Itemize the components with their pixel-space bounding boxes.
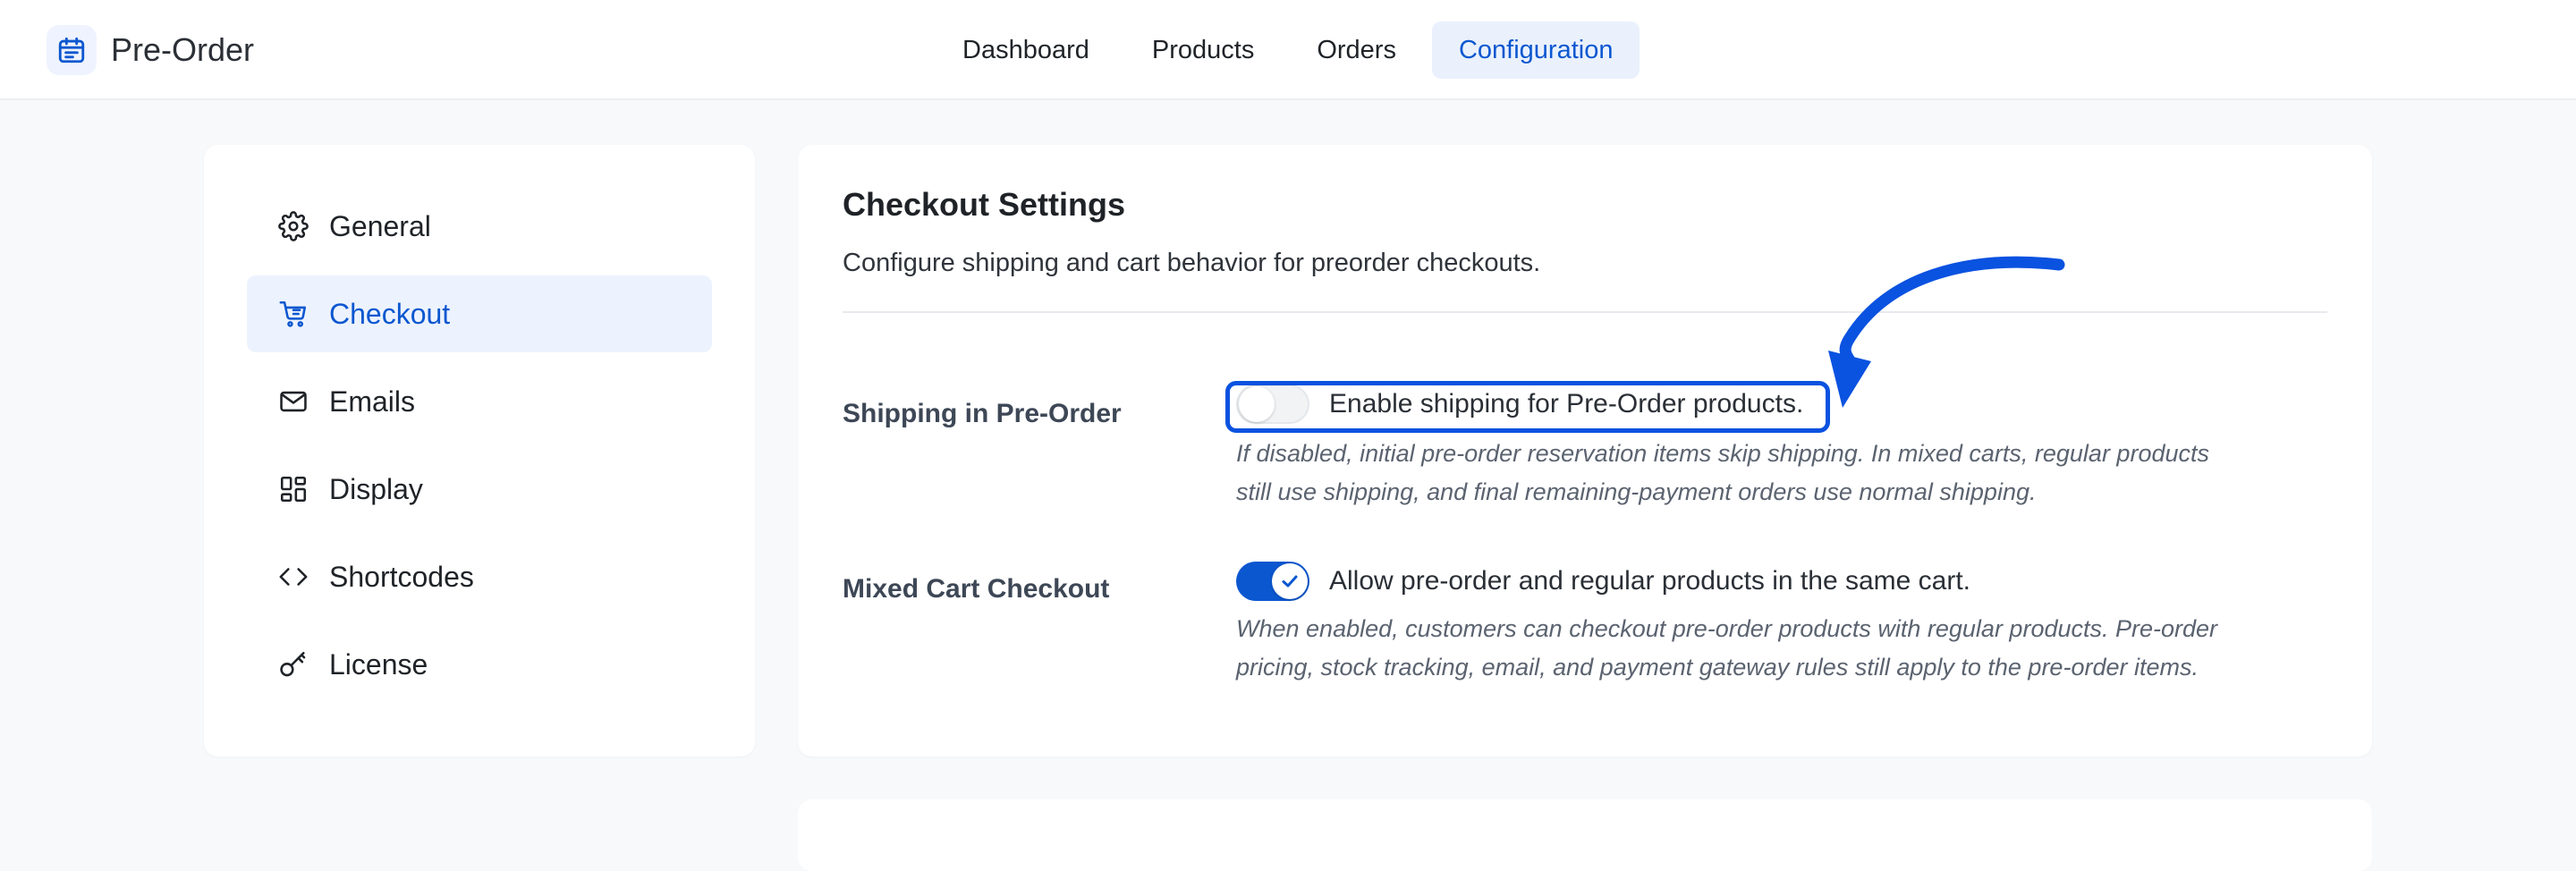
help-line: pricing, stock tracking, email, and paym…	[1236, 654, 2199, 681]
sidebar-item-general[interactable]: General	[247, 188, 712, 265]
cart-icon	[275, 296, 311, 332]
sidebar-item-shortcodes[interactable]: Shortcodes	[247, 538, 712, 615]
divider	[843, 311, 2327, 313]
nav-orders[interactable]: Orders	[1290, 21, 1423, 79]
sidebar-item-label: Display	[329, 472, 423, 505]
mixed-cart-toggle[interactable]	[1236, 562, 1309, 601]
shipping-label: Shipping in Pre-Order	[843, 399, 1122, 428]
sidebar-item-checkout[interactable]: Checkout	[247, 275, 712, 352]
layout-icon	[275, 471, 311, 507]
mixed-cart-label: Mixed Cart Checkout	[843, 574, 1110, 604]
nav-configuration[interactable]: Configuration	[1431, 21, 1640, 79]
calendar-icon	[47, 25, 97, 75]
mixed-cart-help-text: When enabled, customers can checkout pre…	[1236, 610, 2327, 687]
section-description: Configure shipping and cart behavior for…	[843, 249, 1541, 277]
sidebar-item-label: General	[329, 209, 431, 242]
sidebar-item-display[interactable]: Display	[247, 451, 712, 528]
main-nav: Dashboard Products Orders Configuration	[936, 21, 1648, 79]
sidebar-item-label: License	[329, 647, 428, 681]
app-title: Pre-Order	[111, 31, 255, 68]
sidebar-item-label: Shortcodes	[329, 560, 474, 593]
key-icon	[275, 647, 311, 682]
mail-icon	[275, 384, 311, 419]
brand[interactable]: Pre-Order	[47, 25, 254, 75]
annotation-highlight-box	[1225, 381, 1830, 433]
check-icon	[1272, 563, 1308, 599]
top-bar: Pre-Order Dashboard Products Orders Conf…	[0, 0, 2576, 100]
nav-dashboard[interactable]: Dashboard	[936, 21, 1116, 79]
mixed-cart-toggle-row: Allow pre-order and regular products in …	[1236, 562, 1970, 601]
shipping-help-text: If disabled, initial pre-order reservati…	[1236, 435, 2327, 512]
mixed-cart-toggle-text[interactable]: Allow pre-order and regular products in …	[1329, 566, 1970, 596]
help-line: If disabled, initial pre-order reservati…	[1236, 440, 2209, 467]
next-settings-card	[798, 799, 2372, 871]
settings-sidebar: General Checkout Emails Display Shortcod…	[204, 145, 755, 757]
help-line: still use shipping, and final remaining-…	[1236, 478, 2037, 505]
checkout-settings-card: Checkout Settings Configure shipping and…	[798, 145, 2372, 757]
sidebar-item-label: Emails	[329, 385, 416, 418]
code-icon	[275, 559, 311, 595]
sidebar-item-label: Checkout	[329, 297, 451, 330]
help-line: When enabled, customers can checkout pre…	[1236, 615, 2218, 642]
gear-icon	[275, 208, 311, 244]
sidebar-item-emails[interactable]: Emails	[247, 363, 712, 440]
section-title: Checkout Settings	[843, 186, 1126, 223]
sidebar-item-license[interactable]: License	[247, 626, 712, 703]
nav-products[interactable]: Products	[1125, 21, 1281, 79]
